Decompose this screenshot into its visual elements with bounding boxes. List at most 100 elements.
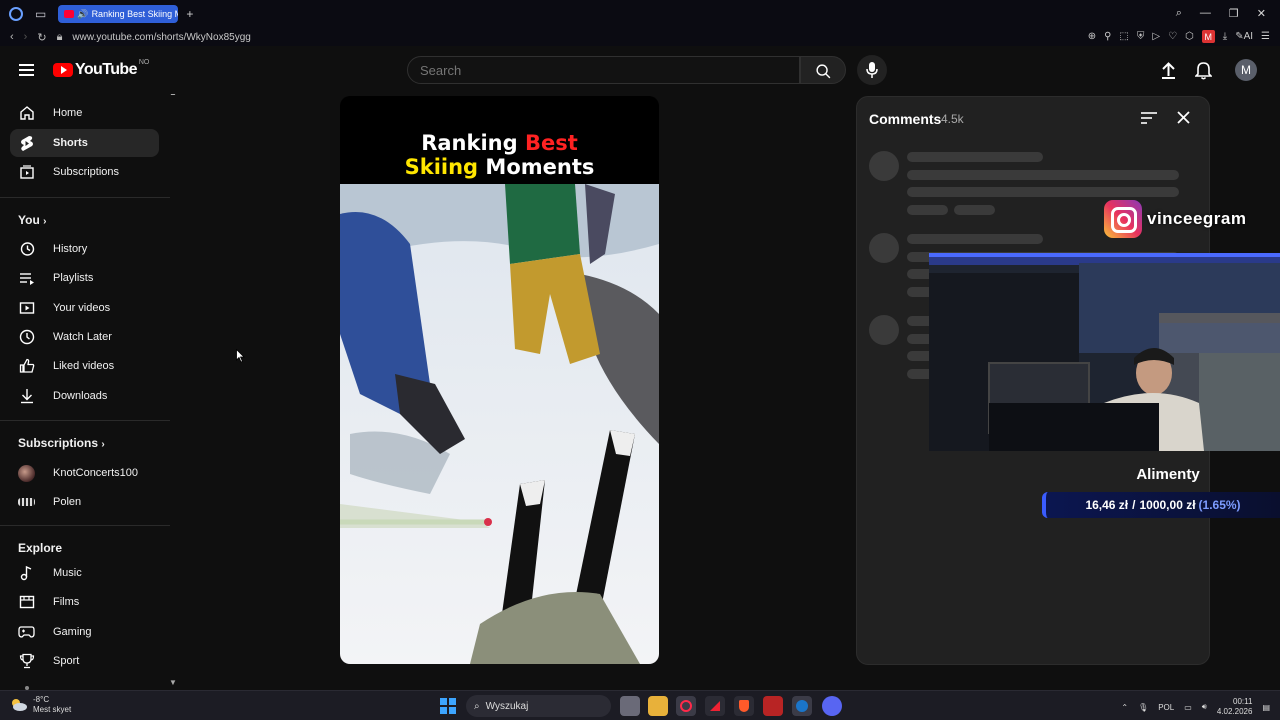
windows-start-icon[interactable]	[440, 698, 456, 714]
back-button[interactable]: ‹	[10, 31, 14, 43]
upload-icon[interactable]	[1160, 62, 1177, 79]
chevron-up-icon[interactable]: ⌃	[1121, 703, 1128, 712]
zoom-icon[interactable]: ⊕	[1088, 31, 1096, 42]
taskbar-search-label: Wyszukaj	[485, 700, 529, 712]
search-button[interactable]	[800, 56, 846, 84]
playlists-icon	[18, 270, 35, 287]
sidebar-item-gaming[interactable]: Gaming	[10, 618, 159, 646]
sidebar-item-label: Shorts	[53, 137, 88, 149]
channel-avatar	[18, 494, 35, 511]
microphone-icon	[866, 62, 878, 78]
youtube-favicon-icon	[64, 10, 75, 18]
comment-skeleton-avatar	[869, 233, 899, 263]
sidebar-scroll-down-icon[interactable]: ▼	[169, 678, 177, 687]
sidebar-scroll-up-icon[interactable]: ▲	[169, 94, 177, 97]
forward-button[interactable]: ›	[24, 31, 28, 43]
player-icon[interactable]: ▷	[1152, 31, 1160, 42]
comment-skeleton-line	[954, 205, 995, 215]
profile-badge[interactable]: M	[1201, 30, 1215, 43]
sidebar-item-label: Sport	[53, 655, 80, 667]
snapshot-icon[interactable]: ⬚	[1119, 31, 1128, 42]
watch-later-icon	[18, 329, 35, 346]
podcast-icon	[18, 682, 35, 690]
sidebar-you-heading[interactable]: You ›	[18, 213, 46, 227]
streamerbot-icon[interactable]	[763, 696, 783, 716]
discord-icon[interactable]	[822, 696, 842, 716]
shorts-icon	[18, 135, 35, 152]
workspaces-icon[interactable]: ▭	[35, 7, 46, 21]
minimize-button[interactable]: —	[1200, 7, 1211, 20]
steam-icon[interactable]	[792, 696, 812, 716]
close-icon[interactable]	[1177, 111, 1190, 124]
browser-tab-youtube[interactable]: 🔊 Ranking Best Skiing M	[58, 5, 179, 23]
liked-icon	[18, 358, 35, 375]
sidebar-item-playlists[interactable]: Playlists	[10, 264, 159, 292]
short-video-player[interactable]: Ranking Best Skiing Moments	[340, 96, 659, 664]
taskbar-clock[interactable]: 00:11 4.02.2026	[1217, 697, 1253, 717]
opera-gx-icon[interactable]	[676, 696, 696, 716]
sidebar-item-your-videos[interactable]: Your videos	[10, 294, 159, 322]
sidebar-item-history[interactable]: History	[10, 235, 159, 263]
brave-icon[interactable]	[734, 696, 754, 716]
url-field[interactable]: www.youtube.com/shorts/WkyNox85ygg	[72, 32, 250, 43]
address-bar-actions: ⊕ ⚲ ⬚ ⛨ ▷ ♡ ⬡ M ⤓ ✎AI ☰	[1088, 30, 1270, 43]
task-view-icon[interactable]	[620, 696, 640, 716]
sidebar-item-music[interactable]: Music	[10, 559, 159, 587]
sidebar-item-sport[interactable]: Sport	[10, 647, 159, 675]
speaker-icon[interactable]: 🔊	[77, 9, 88, 20]
sidebar-item-label: History	[53, 243, 88, 255]
hamburger-menu-icon[interactable]	[19, 64, 34, 76]
sidebar-item-partial[interactable]	[10, 676, 159, 690]
restore-button[interactable]: ❐	[1229, 7, 1239, 20]
shield-icon[interactable]: ⛨	[1137, 31, 1145, 42]
voice-search-button[interactable]	[857, 55, 887, 85]
taskbar-search[interactable]: ⌕ Wyszukaj	[466, 695, 611, 717]
sidebar-subscriptions-heading[interactable]: Subscriptions ›	[18, 436, 105, 450]
network-icon[interactable]: ▭	[1184, 703, 1192, 712]
search-box	[407, 56, 800, 84]
microphone-icon[interactable]: 🎙︎	[1138, 703, 1148, 712]
comment-skeleton-line	[907, 205, 948, 215]
search-input[interactable]	[408, 57, 788, 83]
sidebar-item-watch-later[interactable]: Watch Later	[10, 323, 159, 351]
notifications-bell-icon[interactable]	[1195, 61, 1212, 80]
language-indicator[interactable]: POL	[1158, 703, 1174, 712]
sidebar-item-home[interactable]: Home	[10, 99, 159, 127]
sidebar-item-label: Subscriptions	[53, 166, 120, 178]
menu-icon[interactable]: ☰	[1261, 31, 1270, 42]
sidebar-item-liked-videos[interactable]: Liked videos	[10, 352, 159, 380]
search-icon	[816, 64, 831, 79]
extensions-icon[interactable]: ⬡	[1185, 31, 1194, 42]
donation-goal-bar: 16,46 zł / 1000,00 zł (1.65%)	[1042, 492, 1280, 518]
tab-title: Ranking Best Skiing M	[91, 9, 179, 19]
download-icon[interactable]: ⤓	[1223, 31, 1227, 42]
aria-ai-button[interactable]: ✎AI	[1235, 31, 1253, 42]
youtube-logo[interactable]: YouTube NO	[53, 59, 149, 79]
app-icon-red-arrow[interactable]	[705, 696, 725, 716]
sidebar-item-subscriptions[interactable]: Subscriptions	[10, 158, 159, 186]
sidebar-channel-polen[interactable]: Polen	[10, 488, 159, 516]
heart-icon[interactable]: ♡	[1168, 31, 1177, 42]
sidebar-item-downloads[interactable]: Downloads	[10, 382, 159, 410]
sidebar-item-shorts[interactable]: Shorts	[10, 129, 159, 157]
sidebar-item-label: Films	[53, 596, 80, 608]
notifications-icon[interactable]: ▤	[1262, 703, 1270, 712]
instagram-overlay: vinceegram	[1104, 200, 1247, 238]
sidebar-item-films[interactable]: Films	[10, 588, 159, 616]
volume-icon[interactable]: 🔊︎	[1202, 702, 1207, 712]
reload-button[interactable]: ↻	[37, 31, 46, 44]
short-video-title-overlay: Ranking Best Skiing Moments	[404, 131, 595, 179]
comment-skeleton-avatar	[869, 315, 899, 345]
opera-logo-icon[interactable]	[9, 7, 23, 21]
close-window-button[interactable]: ✕	[1257, 7, 1266, 20]
films-icon	[18, 594, 35, 611]
new-tab-button[interactable]: +	[186, 7, 193, 21]
sort-icon[interactable]	[1141, 112, 1157, 124]
search-tabs-icon[interactable]: ⌕	[1176, 7, 1182, 20]
account-avatar[interactable]: M	[1235, 59, 1257, 81]
sidebar-channel-knotconcerts100[interactable]: KnotConcerts100	[10, 459, 159, 487]
comment-skeleton-line	[907, 187, 1179, 197]
weather-widget[interactable]: -8°C Mest skyet	[10, 695, 71, 715]
pin-icon[interactable]: ⚲	[1104, 31, 1111, 42]
file-explorer-icon[interactable]	[648, 696, 668, 716]
